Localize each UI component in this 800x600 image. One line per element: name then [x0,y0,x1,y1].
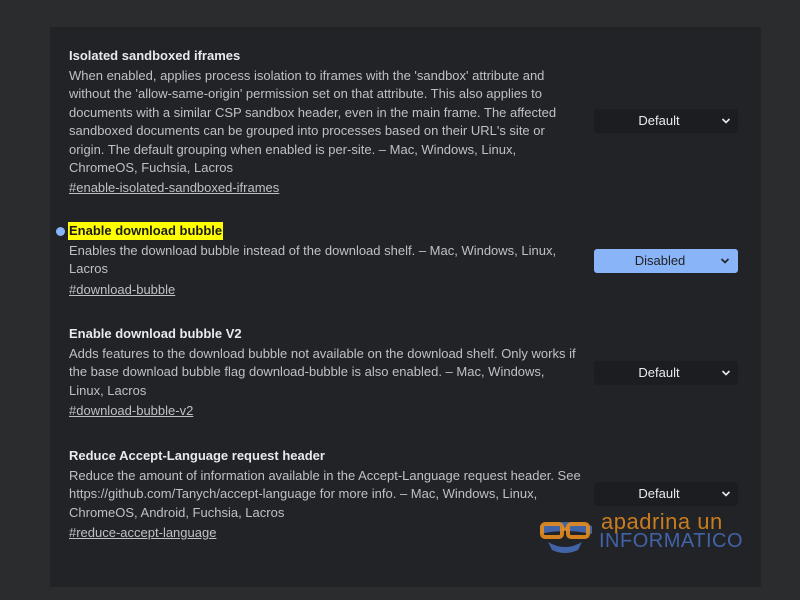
select-value: Default [638,365,680,380]
flag-link[interactable]: #download-bubble-v2 [69,402,193,420]
flag-title: Isolated sandboxed iframes [69,48,241,63]
flags-page: Isolated sandboxed iframes When enabled,… [0,0,800,600]
flag-title: Enable download bubble [68,222,224,240]
watermark-logo: apadrina un INFORMATICO [534,508,744,556]
select-value: Disabled [634,253,686,268]
mascot-glasses-icon [540,522,592,553]
chevron-down-icon [720,258,730,264]
flag-description: When enabled, applies process isolation … [69,68,557,176]
flag-select-download-bubble-v2[interactable]: Default [594,361,738,385]
flag-description: Adds features to the download bubble not… [69,346,576,398]
watermark-line2: INFORMATICO [599,530,744,552]
chevron-down-icon [721,118,731,124]
flag-title: Enable download bubble V2 [69,326,242,341]
flag-select-reduce-accept-language[interactable]: Default [594,482,738,506]
flag-link[interactable]: #enable-isolated-sandboxed-iframes [69,179,279,197]
flag-link[interactable]: #download-bubble [69,281,175,299]
experiments-panel: Isolated sandboxed iframes When enabled,… [50,27,761,587]
flag-description: Reduce the amount of information availab… [69,468,581,520]
flag-select-download-bubble[interactable]: Disabled [594,249,738,273]
flag-select-isolated-sandboxed-iframes[interactable]: Default [594,109,738,133]
flag-description: Enables the download bubble instead of t… [69,243,557,277]
chevron-down-icon [721,491,731,497]
modified-indicator-dot [56,227,65,236]
select-value: Default [638,486,680,501]
select-value: Default [638,113,680,128]
flag-link[interactable]: #reduce-accept-language [69,524,216,542]
chevron-down-icon [721,370,731,376]
flag-title: Reduce Accept-Language request header [69,448,325,463]
